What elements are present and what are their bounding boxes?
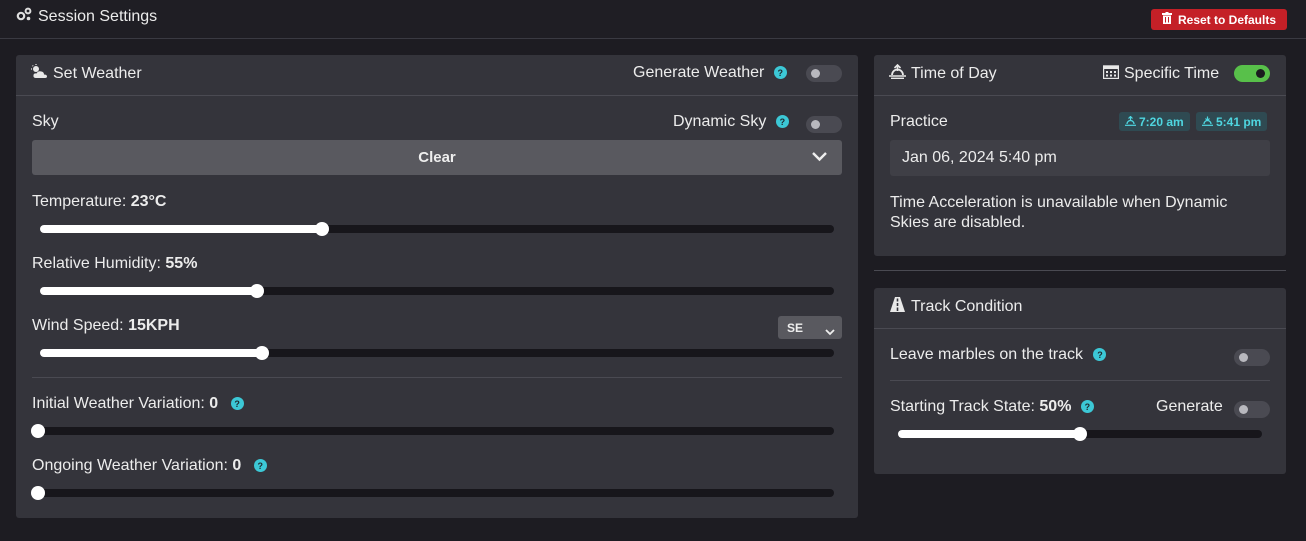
wind-direction-value: SE (787, 321, 804, 335)
wind-direction-select[interactable]: SE (778, 316, 842, 339)
trash-icon (1161, 12, 1172, 27)
datetime-field[interactable]: Jan 06, 2024 5:40 pm (890, 140, 1270, 176)
weather-title: Set Weather (53, 65, 142, 82)
time-of-day-card: Time of Day Specific Time Practice 7:20 … (874, 55, 1286, 256)
sunrise-time-chip: 7:20 am (1119, 112, 1190, 131)
weather-card-title: Set Weather (31, 64, 142, 84)
slider-thumb[interactable] (314, 222, 329, 236)
sunset-icon (1202, 115, 1213, 129)
track-state-label: Starting Track State: (890, 398, 1035, 415)
track-card-header: Track Condition (874, 288, 1286, 329)
time-title: Time of Day (911, 65, 997, 82)
slider-thumb[interactable] (31, 486, 45, 500)
track-condition-card: Track Condition Leave marbles on the tra… (874, 288, 1286, 474)
reset-to-defaults-button[interactable]: Reset to Defaults (1151, 9, 1287, 30)
track-card-title: Track Condition (889, 297, 1022, 317)
sunrise-time: 7:20 am (1139, 114, 1184, 129)
divider (890, 380, 1270, 381)
track-title: Track Condition (911, 298, 1023, 315)
generate-weather-toggle[interactable] (806, 65, 842, 82)
time-card-title: Time of Day (889, 63, 997, 84)
datetime-value: Jan 06, 2024 5:40 pm (902, 149, 1057, 166)
help-icon[interactable]: ? (1080, 400, 1094, 414)
temperature-label: Temperature: 23°C (32, 193, 167, 210)
ongoing-variation-label: Ongoing Weather Variation: 0 ? (32, 457, 267, 475)
sky-select[interactable]: Clear (32, 140, 842, 175)
calendar-icon (1102, 64, 1120, 84)
humidity-label: Relative Humidity: 55% (32, 255, 198, 272)
marbles-toggle[interactable] (1234, 349, 1270, 366)
specific-time-label: Specific Time (1124, 65, 1220, 82)
session-label: Practice (890, 113, 948, 130)
help-icon[interactable]: ? (773, 66, 787, 80)
chevron-down-icon (811, 148, 828, 170)
specific-time-toggle[interactable] (1234, 65, 1270, 82)
help-icon[interactable]: ? (1093, 348, 1107, 362)
sunrise-icon (889, 63, 906, 84)
generate-track-label: Generate (1156, 398, 1223, 415)
slider-thumb[interactable] (255, 346, 270, 360)
ongoing-variation-value: 0 (232, 457, 242, 474)
chevron-down-icon (825, 323, 835, 341)
wind-speed-label: Wind Speed: 15KPH (32, 317, 180, 334)
dynamic-sky-row: Dynamic Sky ? (673, 113, 789, 131)
help-icon[interactable]: ? (253, 459, 267, 473)
weather-card: Set Weather Generate Weather ? Sky Dynam… (16, 55, 858, 518)
slider-thumb[interactable] (1073, 427, 1087, 441)
slider-thumb[interactable] (31, 424, 45, 438)
sunrise-icon (1125, 115, 1136, 129)
time-acceleration-note: Time Acceleration is unavailable when Dy… (890, 194, 1228, 231)
cloud-sun-icon (31, 64, 48, 84)
generate-track-toggle[interactable] (1234, 401, 1270, 418)
specific-time-row: Specific Time (1102, 64, 1220, 84)
page-title: Session Settings (16, 7, 157, 27)
generate-weather-label: Generate Weather (633, 64, 765, 81)
temperature-value: 23°C (130, 193, 167, 210)
sky-select-value: Clear (418, 149, 456, 166)
dynamic-sky-label: Dynamic Sky (673, 113, 767, 130)
marbles-row: Leave marbles on the track ? (890, 346, 1107, 364)
track-state-slider[interactable] (898, 427, 1262, 441)
time-card-header: Time of Day Specific Time (874, 55, 1286, 96)
weather-card-header: Set Weather Generate Weather ? (16, 55, 858, 96)
top-bar: Session Settings Reset to Defaults (0, 0, 1306, 39)
sunset-time-chip: 5:41 pm (1196, 112, 1268, 131)
road-icon (889, 297, 906, 317)
sunset-time: 5:41 pm (1216, 114, 1262, 129)
wind-speed-value: 15KPH (128, 317, 180, 334)
sky-label: Sky (32, 113, 59, 130)
help-icon[interactable]: ? (230, 397, 244, 411)
divider (874, 270, 1286, 271)
initial-variation-label: Initial Weather Variation: 0 ? (32, 395, 244, 413)
gears-icon (16, 7, 33, 27)
temperature-slider[interactable] (40, 222, 834, 236)
dynamic-sky-toggle[interactable] (806, 116, 842, 133)
wind-speed-slider[interactable] (40, 346, 834, 360)
humidity-value: 55% (165, 255, 198, 272)
page-title-text: Session Settings (38, 8, 158, 25)
ongoing-variation-slider[interactable] (31, 486, 834, 500)
humidity-slider[interactable] (40, 284, 834, 298)
initial-variation-value: 0 (209, 395, 219, 412)
help-icon[interactable]: ? (775, 115, 789, 129)
divider (32, 377, 842, 378)
generate-weather-row: Generate Weather ? (633, 64, 787, 82)
reset-label: Reset to Defaults (1177, 12, 1277, 27)
marbles-label: Leave marbles on the track (890, 346, 1083, 363)
slider-thumb[interactable] (249, 284, 264, 298)
track-state-value: 50% (1039, 398, 1072, 415)
initial-variation-slider[interactable] (31, 424, 834, 438)
track-state-row: Starting Track State: 50% ? (890, 398, 1094, 416)
